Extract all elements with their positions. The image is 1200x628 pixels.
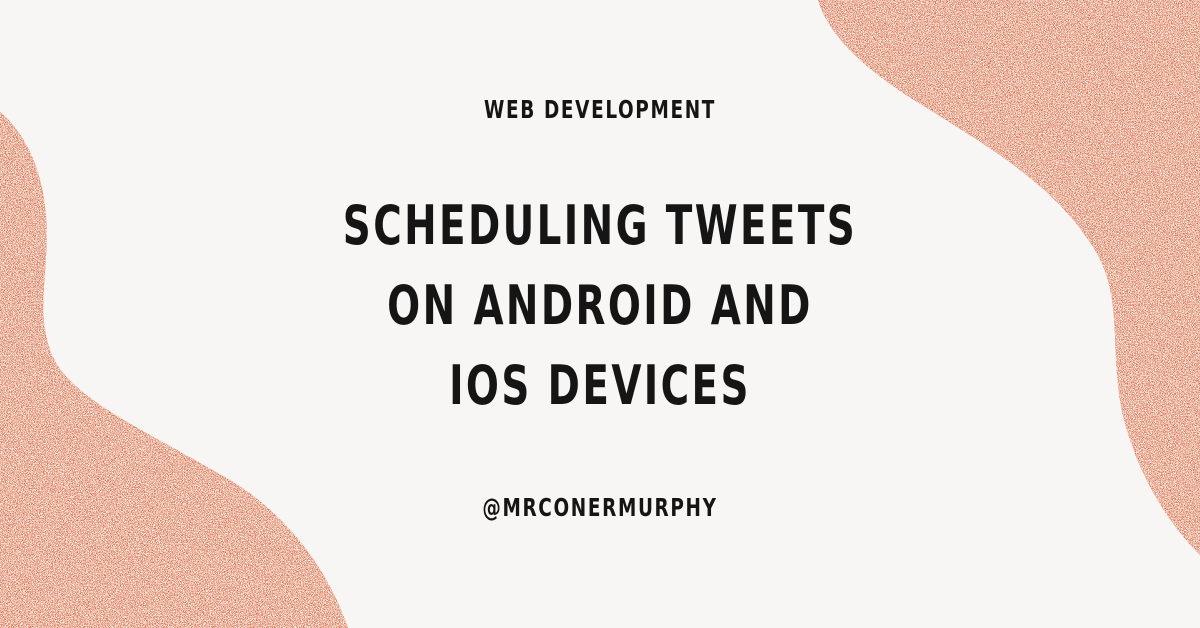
title-line-1: SCHEDULING TWEETS (342, 194, 858, 257)
social-card: WEB DEVELOPMENT SCHEDULING TWEETS ON AND… (0, 0, 1200, 628)
author-handle: @MRCONERMURPHY (482, 493, 718, 522)
title-line-2: ON ANDROID AND (387, 274, 813, 337)
article-title: SCHEDULING TWEETS ON ANDROID AND IOS DEV… (120, 186, 1080, 426)
card-content: WEB DEVELOPMENT SCHEDULING TWEETS ON AND… (0, 0, 1200, 628)
category-label: WEB DEVELOPMENT (483, 95, 717, 124)
title-line-3: IOS DEVICES (449, 354, 751, 417)
